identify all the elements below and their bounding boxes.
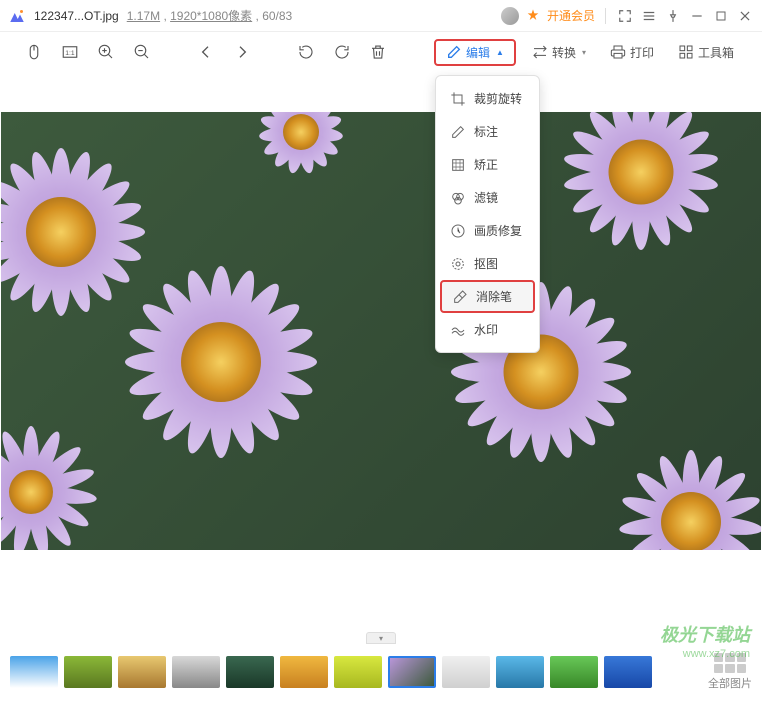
edit-dropdown: 裁剪旋转 标注 矫正 滤镜 画质修复 抠图 消除笔 水印 (435, 75, 540, 353)
crop-icon (450, 91, 466, 107)
dropdown-item-filter[interactable]: 滤镜 (436, 181, 539, 214)
minimize-icon[interactable] (688, 7, 706, 25)
dropdown-label: 裁剪旋转 (474, 90, 522, 107)
all-images-label: 全部图片 (708, 678, 752, 690)
thumbnail[interactable] (334, 656, 382, 688)
thumbnail-bar: ▾ 全部图片 (0, 642, 762, 702)
dropdown-item-watermark[interactable]: 水印 (436, 313, 539, 346)
dropdown-item-correct[interactable]: 矫正 (436, 148, 539, 181)
dropdown-item-eraser[interactable]: 消除笔 (440, 280, 535, 313)
dropdown-label: 矫正 (474, 156, 498, 173)
mouse-icon[interactable] (20, 38, 48, 66)
file-name: 122347...OT.jpg (34, 9, 119, 23)
convert-button[interactable]: 转换 ▾ (524, 40, 594, 65)
main-image[interactable] (1, 112, 761, 550)
file-info: 1.17M , 1920*1080像素 , 60/83 (127, 7, 292, 24)
fullscreen-icon[interactable] (616, 7, 634, 25)
dropdown-item-restore[interactable]: 画质修复 (436, 214, 539, 247)
toolbar: 1:1 编辑 ▲ 转换 ▾ 打印 工具箱 (0, 32, 762, 72)
convert-label: 转换 (552, 44, 576, 61)
title-bar: 122347...OT.jpg 1.17M , 1920*1080像素 , 60… (0, 0, 762, 32)
svg-text:1:1: 1:1 (65, 50, 75, 57)
toolbox-button[interactable]: 工具箱 (670, 40, 742, 65)
file-dimensions[interactable]: 1920*1080像素 (170, 9, 252, 23)
restore-icon (450, 223, 466, 239)
dropdown-item-cutout[interactable]: 抠图 (436, 247, 539, 280)
thumbnail[interactable] (442, 656, 490, 688)
print-label: 打印 (630, 44, 654, 61)
rotate-left-icon[interactable] (292, 38, 320, 66)
thumbnail[interactable] (496, 656, 544, 688)
filter-icon (450, 190, 466, 206)
image-viewer (0, 112, 762, 652)
cutout-icon (450, 256, 466, 272)
dropdown-label: 滤镜 (474, 189, 498, 206)
rotate-right-icon[interactable] (328, 38, 356, 66)
thumbnail[interactable] (64, 656, 112, 688)
next-icon[interactable] (228, 38, 256, 66)
edit-icon (446, 44, 462, 60)
prev-icon[interactable] (192, 38, 220, 66)
convert-icon (532, 44, 548, 60)
file-size[interactable]: 1.17M (127, 9, 160, 23)
dropdown-label: 水印 (474, 321, 498, 338)
grid-icon (714, 653, 746, 673)
dropdown-label: 消除笔 (476, 288, 512, 305)
vip-icon (525, 8, 541, 24)
file-position: 60/83 (262, 9, 292, 23)
toolbox-label: 工具箱 (698, 44, 734, 61)
eraser-icon (452, 289, 468, 305)
zoom-out-icon[interactable] (128, 38, 156, 66)
print-button[interactable]: 打印 (602, 40, 662, 65)
print-icon (610, 44, 626, 60)
vip-link[interactable]: 开通会员 (547, 7, 595, 24)
separator (605, 8, 606, 24)
thumbnail[interactable] (604, 656, 652, 688)
annotate-icon (450, 124, 466, 140)
dropdown-label: 画质修复 (474, 222, 522, 239)
menu-icon[interactable] (640, 7, 658, 25)
correct-icon (450, 157, 466, 173)
thumbnail[interactable] (280, 656, 328, 688)
chevron-down-icon: ▾ (582, 48, 586, 57)
all-images-button[interactable]: 全部图片 (708, 653, 752, 691)
close-icon[interactable] (736, 7, 754, 25)
thumbnail-selected[interactable] (388, 656, 436, 688)
thumbnail[interactable] (172, 656, 220, 688)
watermark-icon (450, 322, 466, 338)
thumbnail[interactable] (550, 656, 598, 688)
dropdown-item-annotate[interactable]: 标注 (436, 115, 539, 148)
edit-label: 编辑 (466, 44, 490, 61)
dropdown-label: 抠图 (474, 255, 498, 272)
avatar-icon[interactable] (501, 7, 519, 25)
zoom-in-icon[interactable] (92, 38, 120, 66)
toolbox-icon (678, 44, 694, 60)
delete-icon[interactable] (364, 38, 392, 66)
thumbnail[interactable] (118, 656, 166, 688)
thumbnail[interactable] (10, 656, 58, 688)
dropdown-item-crop[interactable]: 裁剪旋转 (436, 82, 539, 115)
collapse-thumbbar-icon[interactable]: ▾ (366, 632, 396, 644)
maximize-icon[interactable] (712, 7, 730, 25)
pin-icon[interactable] (664, 7, 682, 25)
dropdown-label: 标注 (474, 123, 498, 140)
actual-size-icon[interactable]: 1:1 (56, 38, 84, 66)
chevron-up-icon: ▲ (496, 48, 504, 57)
app-logo-icon (8, 7, 26, 25)
thumbnail[interactable] (226, 656, 274, 688)
edit-button[interactable]: 编辑 ▲ (434, 39, 516, 66)
